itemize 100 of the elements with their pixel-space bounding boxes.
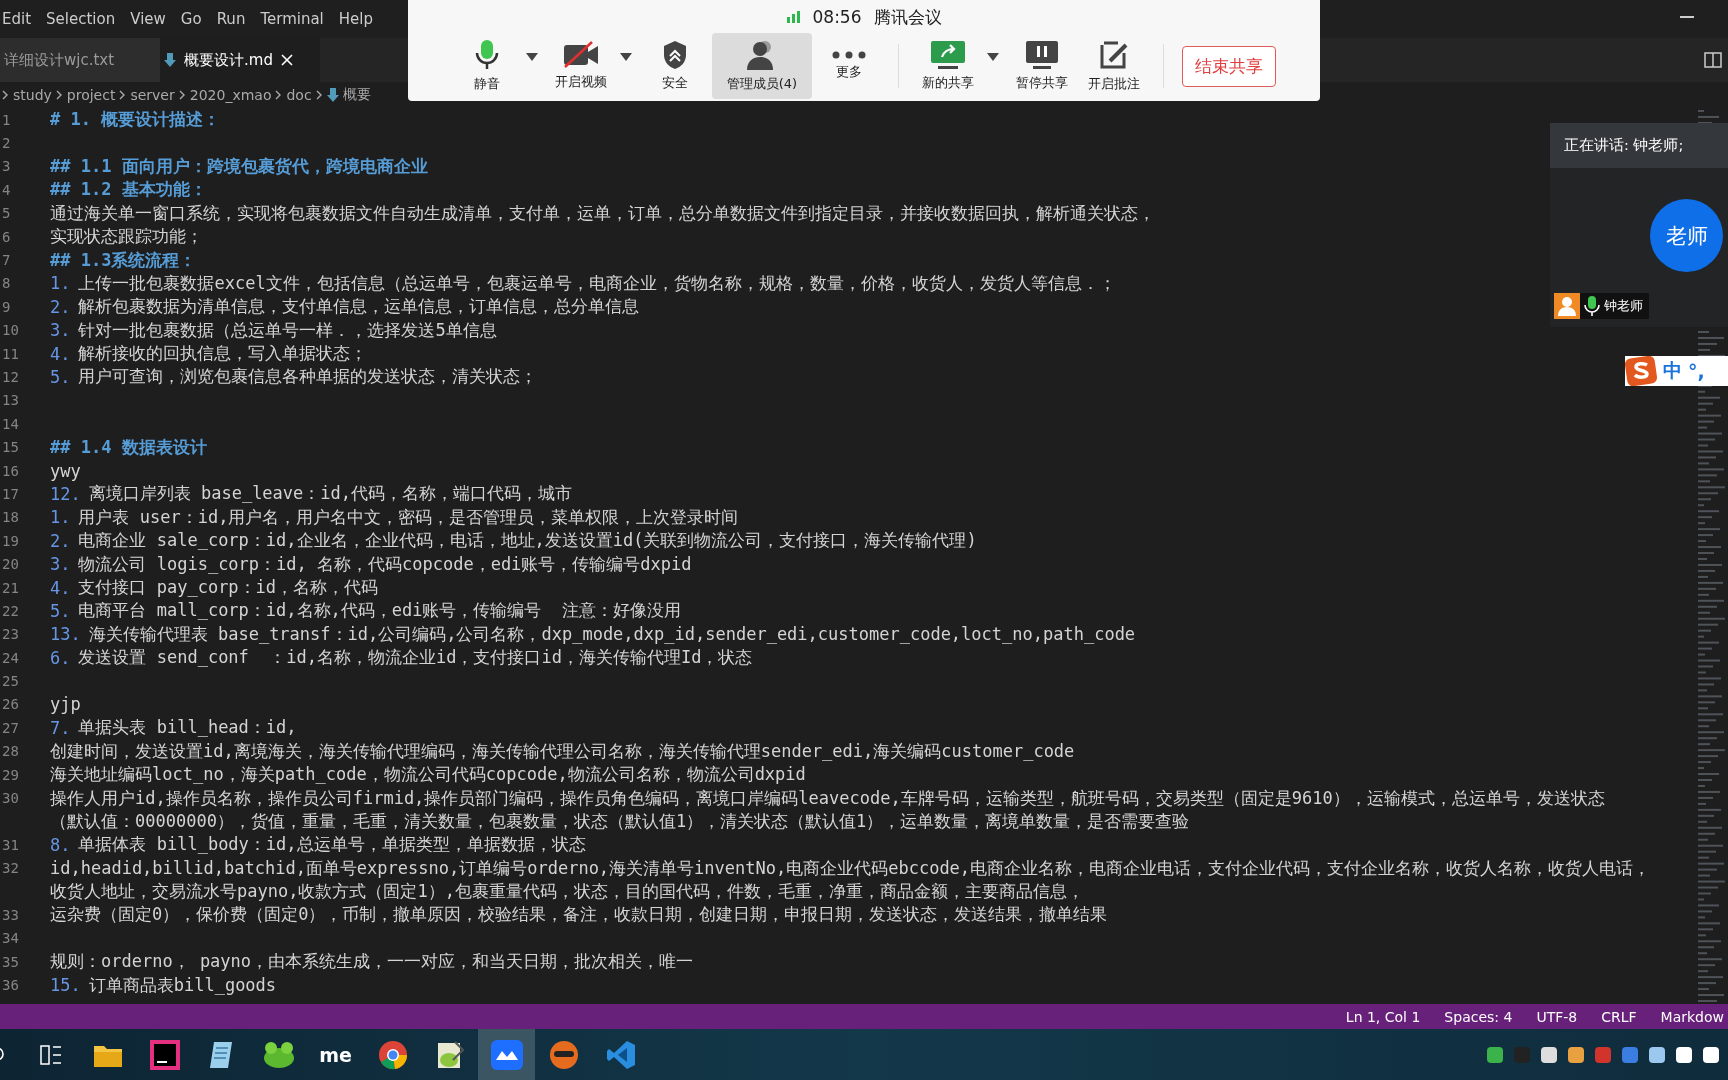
meeting-button[interactable]: 静音	[452, 33, 522, 99]
ime-mode: 中	[1663, 358, 1682, 383]
meeting-button[interactable]: 管理成员(4)	[712, 33, 812, 99]
frog-icon[interactable]	[262, 1040, 295, 1069]
code-line: 运杂费（固定0），保价费（固定0），币制，撤单原因，校验结果，备注，收款日期，创建日期，申报日期，发送状态，发送结果，撤单结果	[50, 903, 1108, 927]
meeting-button[interactable]: 安全	[640, 33, 710, 99]
line-number: 8	[1, 275, 12, 292]
line-number: 6	[1, 228, 12, 245]
line-number: 27	[1, 719, 20, 736]
meeting-icon[interactable]	[490, 1039, 523, 1070]
line-number: 17	[1, 485, 20, 502]
app-icon[interactable]: me	[319, 1043, 352, 1066]
line-number: 12	[1, 369, 20, 385]
participant-name: 钟老师	[1604, 297, 1643, 315]
menu-item[interactable]: Help	[338, 10, 382, 28]
caret-icon[interactable]	[987, 53, 999, 61]
list-marker: 5.	[50, 367, 71, 387]
breadcrumb-item[interactable]: 概要	[342, 86, 371, 104]
split-editor-icon[interactable]	[1704, 52, 1722, 68]
line-number: 34	[1, 930, 20, 947]
markdown-icon	[164, 53, 176, 67]
caret-icon[interactable]	[620, 53, 632, 61]
ide-icon[interactable]	[149, 1039, 180, 1070]
breadcrumb-item[interactable]: study	[13, 87, 52, 103]
caret-icon[interactable]	[526, 53, 538, 61]
line-number: 26	[1, 696, 20, 713]
line-number: 15	[1, 439, 20, 456]
line-number: 14	[1, 415, 20, 432]
task-view-icon[interactable]	[39, 1044, 62, 1065]
status-item[interactable]: Markdow	[1660, 1008, 1724, 1025]
annotate-icon	[1098, 39, 1130, 71]
breadcrumb-item[interactable]: project	[66, 87, 116, 103]
chevron-icon	[2, 90, 9, 100]
status-item[interactable]: UTF-8	[1536, 1008, 1578, 1025]
line-number: 2	[1, 135, 12, 152]
breadcrumb-item[interactable]: 2020_xmao	[189, 87, 272, 103]
meeting-button[interactable]: 新的共享	[913, 33, 983, 99]
code-line: 订单商品表bill_goods	[88, 973, 277, 997]
meeting-button[interactable]: 暂停共享	[1007, 33, 1077, 99]
avatar: 老师	[1650, 199, 1723, 272]
close-icon[interactable]	[280, 54, 293, 66]
menu-item[interactable]: Go	[180, 10, 211, 28]
editor-tab[interactable]: 详细设计wjc.txt	[0, 38, 160, 82]
menu-item[interactable]: Edit	[2, 10, 41, 28]
line-number: 25	[1, 673, 20, 690]
chevron-icon	[178, 90, 186, 100]
line-number: 31	[1, 836, 20, 853]
breadcrumb-item[interactable]: doc	[286, 87, 312, 103]
chevron-icon	[119, 90, 127, 100]
line-number: 33	[1, 906, 20, 923]
breadcrumb-item[interactable]: server	[130, 87, 175, 103]
code-line: 操作人用户id,操作员名称，操作员公司firmid,操作员部门编码，操作员角色编码，离境口岸编码leavecode,车牌号码，运输类型，航班号码，交易类型（固定是9610），运输模式，总运单号，发送状态	[50, 786, 1605, 810]
line-number: 10	[1, 322, 20, 339]
ime-punctuation: °,	[1688, 360, 1705, 382]
list-marker: 5.	[50, 600, 71, 621]
status-item[interactable]: Spaces: 4	[1444, 1008, 1513, 1025]
list-marker: 4.	[50, 343, 71, 364]
line-number: 22	[1, 602, 20, 619]
menu-item[interactable]: Selection	[46, 10, 125, 28]
menu-item[interactable]: Terminal	[260, 10, 333, 28]
line-number: 3	[1, 158, 12, 175]
code-line: 解析接收的回执信息，写入单据状态；	[78, 342, 368, 366]
code-line: 收货人地址，交易流水号payno,收款方式（固定1）,包裹重量代码，状态，目的国代码，件数，毛重，净重，商品金额，主要商品信息，	[50, 880, 1084, 904]
code-line: 支付接口 pay_corp：id，名称，代码	[78, 576, 379, 599]
mask-icon[interactable]	[548, 1039, 579, 1070]
meeting-title: 腾讯会议	[873, 5, 942, 29]
status-item[interactable]: Ln 1, Col 1	[1345, 1008, 1421, 1025]
status-item[interactable]: CRLF	[1601, 1008, 1637, 1025]
line-number: 19	[1, 532, 20, 549]
list-marker: 13.	[50, 624, 81, 645]
meeting-button[interactable]: 更多	[814, 33, 884, 99]
code-line: 用户表 user：id,用户名，用户名中文，密码，是否管理员，菜单权限，上次登录时间	[78, 505, 739, 529]
code-line: 通过海关单一窗口系统，实现将包裹数据文件自动生成清单，支付单，运单，订单，总分单数据文件到指定目录，并接收数据回执，解析通关状态，	[50, 201, 1155, 225]
browser-icon[interactable]	[377, 1039, 408, 1070]
code-line: 离境口岸列表 base_leave：id,代码，名称，端口代码，城市	[88, 482, 572, 506]
line-number: 13	[1, 392, 20, 409]
line-number: 24	[1, 649, 20, 666]
user-icon	[1554, 293, 1580, 319]
code-line: 创建时间，发送设置id,离境海关，海关传输代理编码，海关传输代理公司名称，海关传输代理sender_edi,海关编码customer_code	[50, 739, 1075, 763]
menu-item[interactable]: Run	[216, 10, 255, 28]
code-editor-icon[interactable]	[605, 1039, 636, 1070]
meeting-button[interactable]: 开启视频	[546, 33, 616, 99]
code-line: 发送设置 send_conf ：id,名称，物流企业id，支付接口id，海关传输代理Id，状态	[78, 646, 753, 670]
menu-item[interactable]: View	[130, 10, 175, 28]
pause-share-icon	[1025, 40, 1059, 70]
video-off-icon	[562, 41, 600, 69]
code-line: ## 1.1 面向用户：跨境包裹货代，跨境电商企业	[50, 154, 428, 178]
meeting-button[interactable]: 开启批注	[1079, 33, 1149, 99]
code-line: 单据头表 bill_head：id,	[78, 716, 297, 740]
more-icon	[832, 51, 866, 59]
line-number: 5	[1, 205, 12, 222]
code-line: 解析包裹数据为清单信息，支付单信息，运单信息，订单信息，总分单信息	[78, 295, 640, 319]
code-line: ## 1.2 基本功能：	[50, 178, 207, 202]
line-number: 28	[1, 743, 20, 760]
list-marker: 2.	[50, 530, 71, 551]
end-share-button[interactable]: 结束共享	[1182, 45, 1276, 87]
taskbar-button[interactable]	[478, 1029, 535, 1080]
editor-tab[interactable]: 概要设计.md	[160, 38, 320, 82]
taskbar-button[interactable]: me	[307, 1029, 364, 1080]
line-number: 20	[1, 556, 20, 573]
